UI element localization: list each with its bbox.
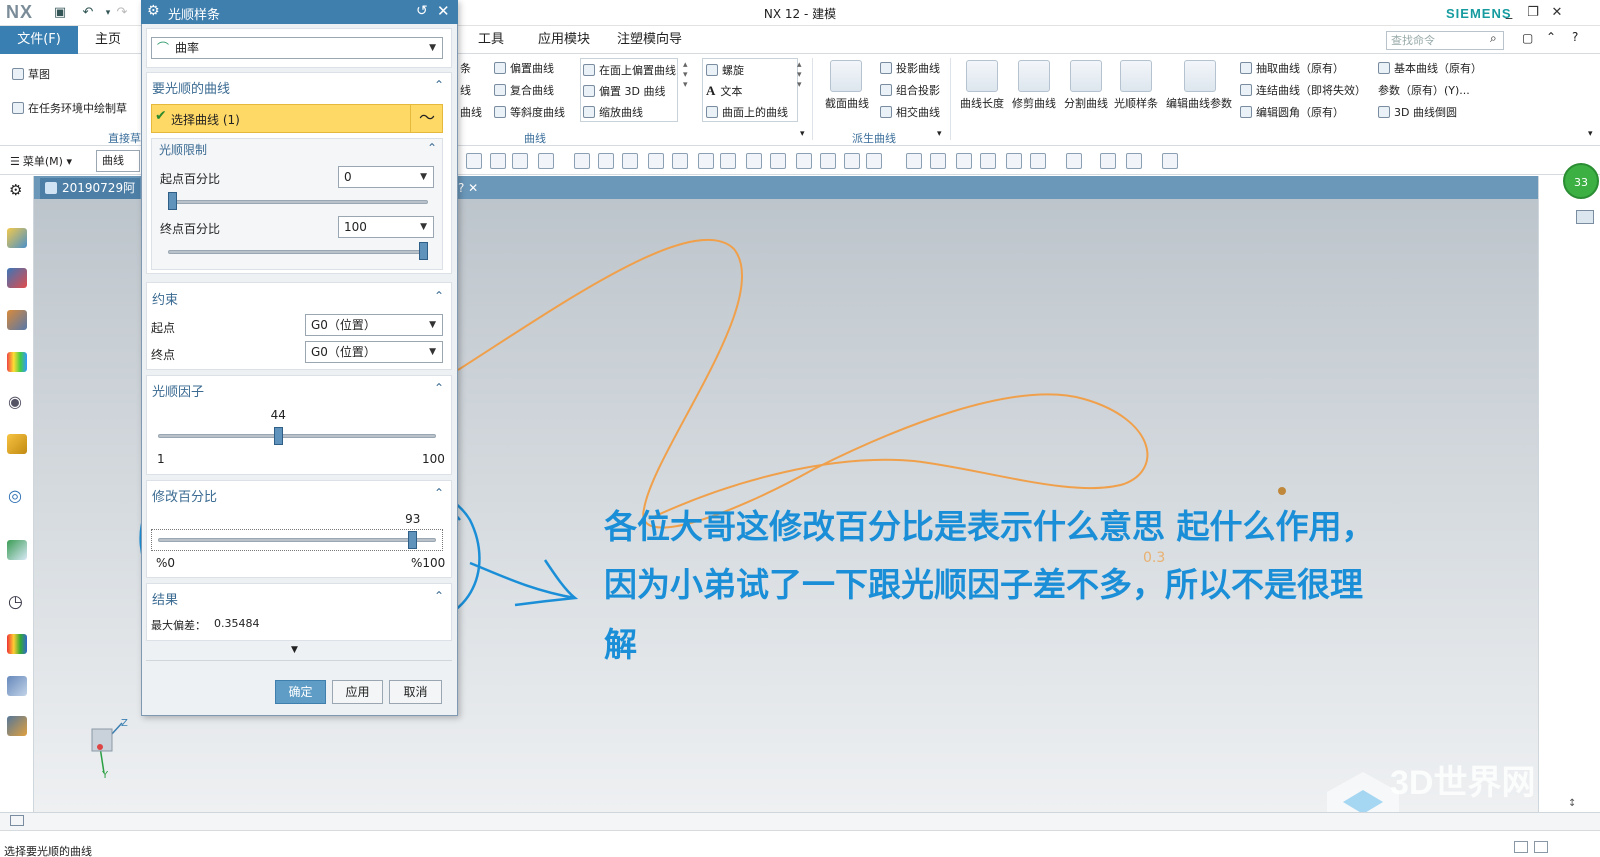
cue-line: [0, 812, 1600, 830]
end-percent-input[interactable]: 100 ▼: [338, 216, 434, 238]
modify-percent-value: 93: [405, 512, 421, 526]
cue-icon: [10, 815, 24, 826]
annotation-text-line-3: 解: [604, 625, 637, 664]
annotation-text-line-1: 各位大哥这修改百分比是表示什么意思 起什么作用，: [604, 507, 1375, 546]
curvature-icon: ⌒: [157, 41, 170, 55]
more-options-icon[interactable]: ▼: [291, 645, 298, 655]
max-deviation-label: 最大偏差：: [151, 619, 206, 632]
start-constraint-combo[interactable]: G0（位置） ▼: [305, 314, 443, 336]
modify-collapse-icon[interactable]: ⌃: [434, 486, 444, 500]
apply-button[interactable]: 应用: [332, 680, 383, 704]
start-percent-input[interactable]: 0 ▼: [338, 166, 434, 188]
resize-icon[interactable]: ↕: [1568, 798, 1576, 809]
max-deviation-value: 0.35484: [214, 617, 260, 630]
constraint-collapse-icon[interactable]: ⌃: [434, 289, 444, 303]
chevron-down-icon: ▼: [420, 172, 427, 182]
end-constraint-label: 终点: [151, 348, 176, 362]
check-icon: ✔: [155, 108, 167, 124]
factor-section-title: 光顺因子: [152, 385, 205, 400]
end-percent-thumb[interactable]: [419, 242, 428, 260]
status-message: 选择要光顺的曲线: [4, 845, 92, 857]
factor-value: 44: [270, 408, 286, 422]
chevron-down-icon: ▼: [429, 43, 436, 53]
status-bar: [0, 830, 1600, 857]
start-constraint-label: 起点: [151, 321, 176, 335]
result-collapse-icon[interactable]: ⌃: [434, 589, 444, 603]
end-constraint-combo[interactable]: G0（位置） ▼: [305, 341, 443, 363]
modify-max-label: %100: [411, 556, 446, 570]
dialog-gear-icon[interactable]: ⚙: [147, 3, 160, 19]
curve-section-collapse-icon[interactable]: ⌃: [434, 78, 444, 92]
chevron-down-icon: ▼: [420, 222, 427, 232]
curve-select-icon[interactable]: 〜: [410, 104, 443, 133]
factor-min-label: 1: [157, 452, 165, 466]
chevron-down-icon: ▼: [429, 347, 436, 357]
limit-subsection-title: 光顺限制: [159, 143, 208, 157]
constraint-section-title: 约束: [152, 293, 179, 308]
factor-collapse-icon[interactable]: ⌃: [434, 381, 444, 395]
dialog-title: 光顺样条: [168, 8, 221, 23]
modify-min-label: %0: [156, 556, 176, 570]
modify-percent-title: 修改百分比: [152, 490, 218, 505]
factor-max-label: 100: [422, 452, 445, 466]
dialog-close-icon[interactable]: ✕: [437, 2, 450, 20]
curve-section-title: 要光顺的曲线: [152, 82, 231, 97]
limit-collapse-icon[interactable]: ⌃: [427, 141, 437, 155]
end-percent-track[interactable]: [168, 250, 428, 254]
result-section-title: 结果: [152, 593, 179, 608]
start-percent-track[interactable]: [168, 200, 428, 204]
notification-badge[interactable]: 33: [1563, 163, 1599, 199]
dialog-divider: [146, 660, 452, 661]
cancel-button[interactable]: 取消: [389, 680, 442, 704]
modify-percent-thumb[interactable]: [408, 531, 418, 549]
select-curve-label: 选择曲线 (1): [171, 113, 240, 127]
side-panel-icon[interactable]: [1576, 210, 1594, 224]
status-tool-icon-2[interactable]: [1534, 841, 1548, 853]
annotation-arrow: [469, 559, 579, 607]
smoothing-type-combo[interactable]: ⌒ 曲率 ▼: [151, 37, 443, 59]
right-rail: [1538, 176, 1600, 812]
status-tool-icon-1[interactable]: [1514, 841, 1528, 853]
annotation-text-line-2: 因为小弟试了一下跟光顺因子差不多，所以不是很理: [604, 565, 1363, 604]
factor-thumb[interactable]: [273, 427, 283, 445]
watermark-text: 3D世界网: [1390, 764, 1536, 802]
start-percent-label: 起点百分比: [160, 172, 221, 186]
ok-button[interactable]: 确定: [275, 680, 326, 704]
end-percent-label: 终点百分比: [160, 222, 221, 236]
modify-percent-track[interactable]: [158, 538, 436, 542]
factor-track[interactable]: [158, 434, 436, 438]
start-percent-thumb[interactable]: [168, 192, 177, 210]
reset-icon[interactable]: ↺: [416, 3, 428, 19]
chevron-down-icon: ▼: [429, 320, 436, 330]
